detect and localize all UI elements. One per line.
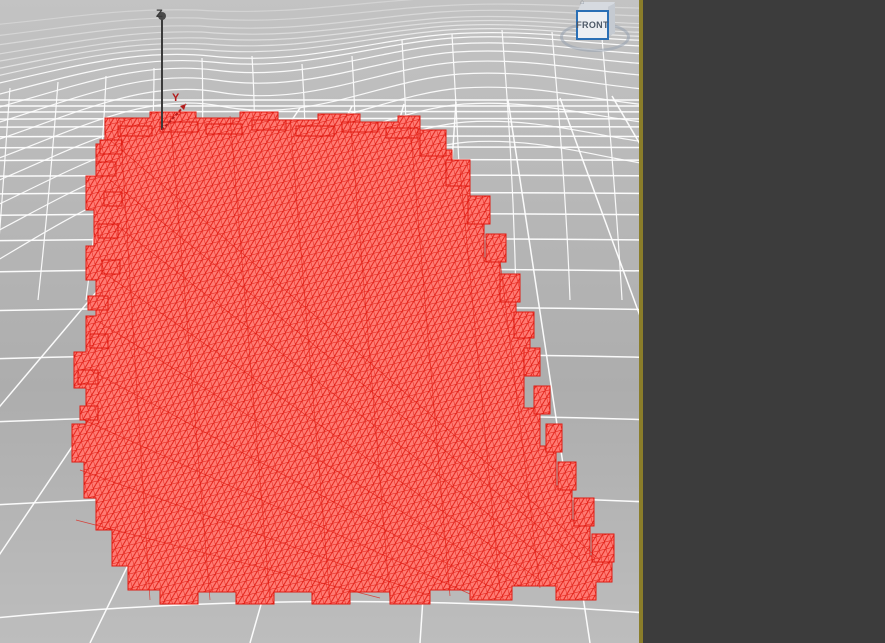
axis-label-z: Z: [156, 8, 163, 20]
axis-tripod: Z Y: [120, 0, 240, 140]
home-icon[interactable]: ⌂: [580, 0, 584, 6]
app-root: Z Y FRONT ⌂ Plane001 Modifier List Tesse…: [0, 0, 885, 643]
view-cube-body[interactable]: FRONT: [576, 2, 615, 42]
view-cube-face-front[interactable]: FRONT: [576, 10, 609, 40]
selected-tessellated-mesh[interactable]: [0, 0, 643, 643]
view-cube-face-side[interactable]: [608, 3, 615, 37]
command-panel: Plane001 Modifier List TessellateMesh Se…: [648, 0, 885, 643]
view-cube[interactable]: FRONT ⌂: [556, 0, 634, 62]
perspective-viewport[interactable]: Z Y FRONT ⌂: [0, 0, 643, 643]
axis-label-y: Y: [172, 92, 180, 104]
